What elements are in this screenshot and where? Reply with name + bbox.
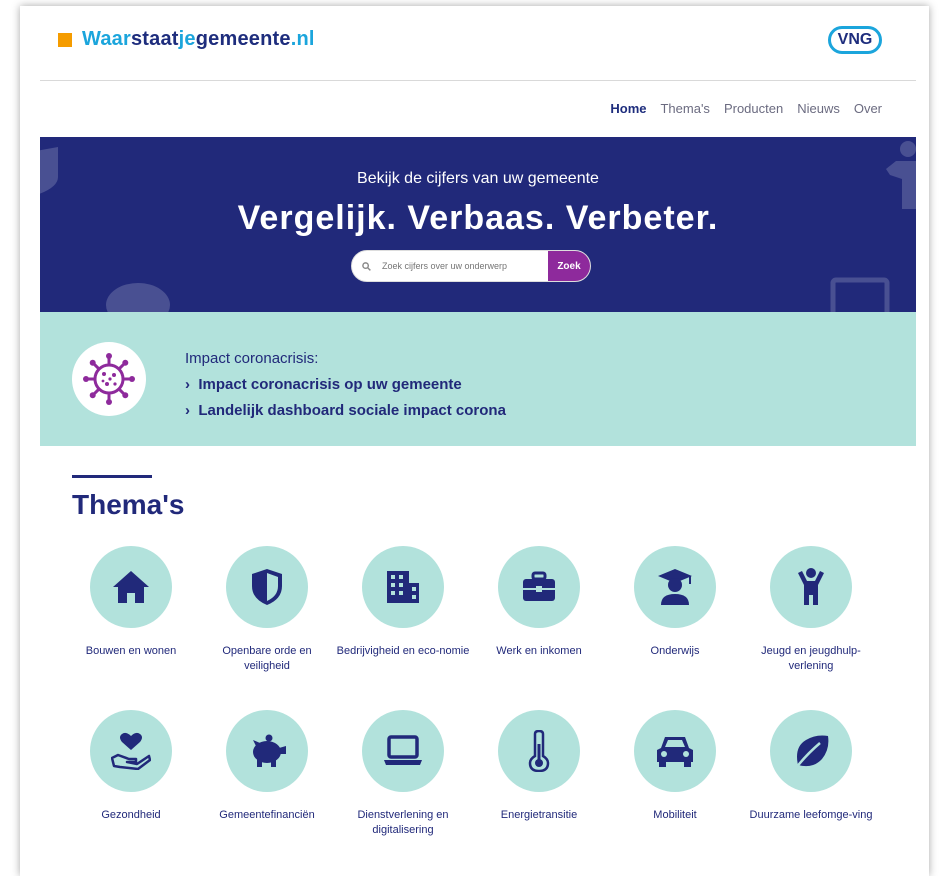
laptop-icon xyxy=(384,735,422,765)
theme-bouwen-en-wonen[interactable]: Bouwen en wonen xyxy=(63,546,199,659)
theme-duurzame-leefomgeving[interactable]: Duurzame leefomge-ving xyxy=(743,710,879,823)
theme-icon-circle xyxy=(770,546,852,628)
themas-title: Thema's xyxy=(72,489,185,520)
search-button[interactable]: Zoek xyxy=(548,251,590,281)
logo-part-3: je xyxy=(178,28,196,50)
themas-accent-bar xyxy=(72,475,152,478)
theme-label: Bouwen en wonen xyxy=(85,645,177,657)
virus-icon xyxy=(83,353,135,405)
theme-energietransitie[interactable]: Energietransitie xyxy=(471,710,607,823)
corona-link-dashboard[interactable]: › Landelijk dashboard sociale impact cor… xyxy=(185,402,506,419)
corona-link-gemeente[interactable]: › Impact coronacrisis op uw gemeente xyxy=(185,376,462,393)
theme-openbare-orde[interactable]: Openbare orde en veiligheid xyxy=(199,546,335,674)
logo-part-1: Waar xyxy=(82,28,131,50)
hero-subtitle: Bekijk de cijfers van uw gemeente xyxy=(357,170,599,187)
theme-label: Werk en inkomen xyxy=(496,645,582,657)
corona-banner: Impact coronacrisis: › Impact coronacris… xyxy=(40,312,916,446)
search-input[interactable] xyxy=(380,260,548,272)
theme-label: Gezondheid xyxy=(101,809,161,821)
nav-item-themas[interactable]: Thema's xyxy=(660,101,709,116)
logo-part-4: gemeente xyxy=(195,28,291,50)
theme-label: Openbare orde en veiligheid xyxy=(222,645,312,672)
hero-banner: Bekijk de cijfers van uw gemeente Vergel… xyxy=(40,137,916,312)
theme-icon-circle xyxy=(498,710,580,792)
theme-icon-circle xyxy=(90,710,172,792)
theme-onderwijs[interactable]: Onderwijs xyxy=(607,546,743,659)
theme-icon-circle xyxy=(226,546,308,628)
theme-label: Mobiliteit xyxy=(653,809,697,821)
theme-icon-circle xyxy=(362,546,444,628)
piggy-bank-icon xyxy=(253,734,286,767)
piggy-deco-icon xyxy=(106,283,170,312)
theme-gezondheid[interactable]: Gezondheid xyxy=(63,710,199,823)
site-logo[interactable]: Waarstaatjegemeente.nl xyxy=(58,28,315,51)
theme-icon-circle xyxy=(770,710,852,792)
theme-mobiliteit[interactable]: Mobiliteit xyxy=(607,710,743,823)
theme-label: Bedrijvigheid en eco-nomie xyxy=(336,645,470,657)
laptop-deco-icon xyxy=(830,277,890,312)
site-header: Waarstaatjegemeente.nl VNG xyxy=(20,6,929,80)
search-icon xyxy=(362,261,376,271)
page-frame: Waarstaatjegemeente.nl VNG Home Thema's … xyxy=(20,6,929,876)
theme-icon-circle xyxy=(226,710,308,792)
briefcase-icon xyxy=(523,571,555,601)
theme-label: Jeugd en jeugdhulp-verlening xyxy=(761,645,861,672)
theme-label: Gemeentefinanciën xyxy=(219,809,315,821)
house-icon xyxy=(113,571,149,603)
theme-dienstverlening[interactable]: Dienstverlening en digitalisering xyxy=(335,710,471,838)
theme-icon-circle xyxy=(634,710,716,792)
car-icon xyxy=(657,737,693,767)
child-icon xyxy=(798,568,824,605)
leaf-icon xyxy=(795,735,829,769)
corona-icon-circle xyxy=(72,342,146,416)
nav-item-over[interactable]: Over xyxy=(854,101,882,116)
theme-icon-circle xyxy=(498,546,580,628)
theme-label: Dienstverlening en digitalisering xyxy=(357,809,449,836)
corona-label: Impact coronacrisis: xyxy=(185,350,319,367)
theme-label: Onderwijs xyxy=(650,645,700,657)
theme-bedrijvigheid[interactable]: Bedrijvigheid en eco-nomie xyxy=(335,546,471,659)
thermometer-icon xyxy=(528,730,550,772)
theme-icon-circle xyxy=(362,710,444,792)
header-divider xyxy=(40,80,916,81)
main-nav: Home Thema's Producten Nieuws Over xyxy=(610,101,882,116)
logo-part-5: .nl xyxy=(290,28,315,50)
theme-label: Duurzame leefomge-ving xyxy=(749,809,873,821)
heart-hand-icon xyxy=(111,732,151,770)
logo-text: Waarstaatjegemeente.nl xyxy=(82,28,315,51)
corona-link-gemeente-label: Impact coronacrisis op uw gemeente xyxy=(198,376,462,393)
vng-logo[interactable]: VNG xyxy=(828,26,882,54)
nav-item-nieuws[interactable]: Nieuws xyxy=(797,101,840,116)
theme-icon-circle xyxy=(634,546,716,628)
nav-item-producten[interactable]: Producten xyxy=(724,101,783,116)
logo-square-icon xyxy=(58,32,72,47)
theme-gemeentefinancien[interactable]: Gemeentefinanciën xyxy=(199,710,335,823)
hero-title: Vergelijk. Verbaas. Verbeter. xyxy=(237,199,719,237)
theme-icon-circle xyxy=(90,546,172,628)
graduate-icon xyxy=(658,569,692,605)
theme-jeugd[interactable]: Jeugd en jeugdhulp-verlening xyxy=(743,546,879,674)
logo-part-2: staat xyxy=(130,28,179,50)
corona-link-dashboard-label: Landelijk dashboard sociale impact coron… xyxy=(198,402,506,419)
shield-icon xyxy=(252,569,282,605)
nav-item-home[interactable]: Home xyxy=(610,101,646,116)
search-bar: Zoek xyxy=(351,250,591,282)
theme-label: Energietransitie xyxy=(500,809,578,821)
building-icon xyxy=(387,571,419,603)
theme-werk-en-inkomen[interactable]: Werk en inkomen xyxy=(471,546,607,659)
